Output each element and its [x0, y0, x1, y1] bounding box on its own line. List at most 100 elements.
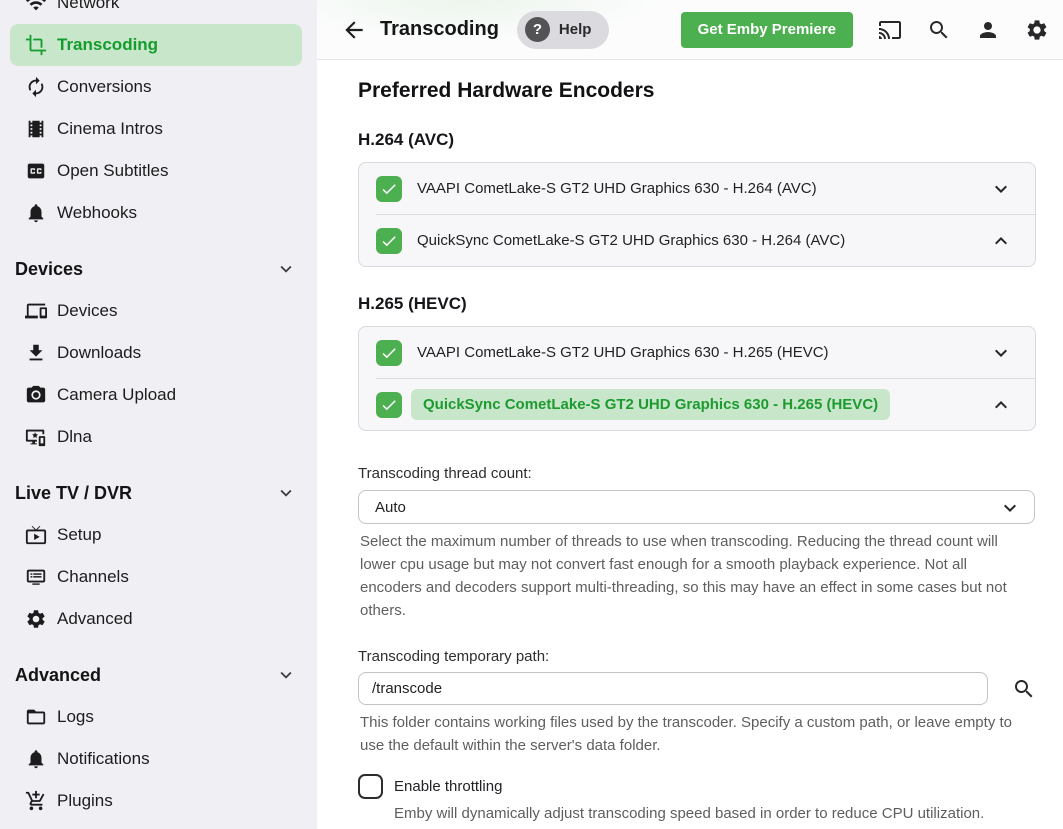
encoder-label-highlighted: QuickSync CometLake-S GT2 UHD Graphics 6… — [411, 389, 890, 420]
sidebar-section-advanced[interactable]: Advanced — [0, 654, 317, 696]
sidebar: Network Transcoding Conversions Cinema I… — [0, 0, 317, 829]
temp-path-input[interactable] — [358, 672, 988, 705]
sidebar-item-network[interactable]: Network — [0, 0, 317, 24]
temp-path-label: Transcoding temporary path: — [358, 648, 1036, 665]
user-icon[interactable] — [976, 18, 1000, 42]
sidebar-item-devices[interactable]: Devices — [0, 290, 317, 332]
encoder-label: QuickSync CometLake-S GT2 UHD Graphics 6… — [417, 232, 845, 249]
thread-count-value: Auto — [375, 499, 406, 516]
encoder-checkbox-checked[interactable] — [376, 392, 402, 418]
chevron-down-icon — [275, 482, 297, 504]
sidebar-item-notifications[interactable]: Notifications — [0, 738, 317, 780]
section-title: Devices — [15, 259, 83, 280]
sidebar-item-label: Setup — [57, 525, 101, 545]
chevron-down-icon — [998, 496, 1022, 520]
thread-count-help: Select the maximum number of threads to … — [360, 530, 1020, 622]
sidebar-item-label: Webhooks — [57, 203, 137, 223]
get-emby-premiere-button[interactable]: Get Emby Premiere — [681, 12, 853, 48]
bell-icon — [24, 747, 48, 771]
devices-icon — [24, 299, 48, 323]
codec-heading-h264: H.264 (AVC) — [358, 130, 1036, 150]
sidebar-item-transcoding[interactable]: Transcoding — [10, 24, 302, 66]
sidebar-item-label: Devices — [57, 301, 117, 321]
shopping-cart-add-icon — [24, 789, 48, 813]
page-title: Transcoding — [380, 18, 499, 41]
sidebar-item-label: Logs — [57, 707, 94, 727]
encoder-list-h264: VAAPI CometLake-S GT2 UHD Graphics 630 -… — [358, 162, 1036, 267]
section-heading: Preferred Hardware Encoders — [358, 79, 1036, 103]
sidebar-item-channels[interactable]: Channels — [0, 556, 317, 598]
chevron-down-icon — [275, 258, 297, 280]
encoder-list-h265: VAAPI CometLake-S GT2 UHD Graphics 630 -… — [358, 326, 1036, 431]
closed-caption-icon — [24, 159, 48, 183]
main-area: Transcoding ? Help Get Emby Premiere Pre… — [317, 0, 1063, 829]
encoder-checkbox-checked[interactable] — [376, 228, 402, 254]
sidebar-item-label: Network — [57, 0, 119, 13]
conversions-icon — [24, 75, 48, 99]
sidebar-item-label: Dlna — [57, 427, 92, 447]
sidebar-section-devices[interactable]: Devices — [0, 248, 317, 290]
encoder-row[interactable]: QuickSync CometLake-S GT2 UHD Graphics 6… — [359, 215, 1035, 266]
chevron-down-icon[interactable] — [989, 177, 1013, 201]
film-icon — [24, 117, 48, 141]
camera-icon — [24, 383, 48, 407]
sidebar-item-logs[interactable]: Logs — [0, 696, 317, 738]
sidebar-section-live-tv-dvr[interactable]: Live TV / DVR — [0, 472, 317, 514]
temp-path-help: This folder contains working files used … — [360, 711, 1020, 757]
bell-icon — [24, 201, 48, 225]
help-button-label: Help — [559, 21, 592, 38]
network-icon — [24, 0, 48, 15]
encoder-checkbox-checked[interactable] — [376, 176, 402, 202]
sidebar-item-camera-upload[interactable]: Camera Upload — [0, 374, 317, 416]
question-mark-icon: ? — [525, 17, 550, 42]
sidebar-item-label: Plugins — [57, 791, 113, 811]
sidebar-item-label: Open Subtitles — [57, 161, 169, 181]
browse-search-icon[interactable] — [1012, 677, 1036, 701]
sidebar-item-webhooks[interactable]: Webhooks — [0, 192, 317, 234]
sidebar-item-label: Advanced — [57, 609, 133, 629]
sidebar-item-open-subtitles[interactable]: Open Subtitles — [0, 150, 317, 192]
gear-icon — [24, 607, 48, 631]
back-button[interactable] — [341, 17, 367, 43]
thread-count-label: Transcoding thread count: — [358, 465, 1036, 482]
transcoding-icon — [24, 33, 48, 57]
enable-throttling-checkbox[interactable] — [358, 774, 383, 799]
sidebar-nav: Network Transcoding Conversions Cinema I… — [0, 0, 317, 829]
sidebar-item-dlna[interactable]: Dlna — [0, 416, 317, 458]
thread-count-select[interactable]: Auto — [358, 490, 1035, 524]
sidebar-item-downloads[interactable]: Downloads — [0, 332, 317, 374]
cast-icon[interactable] — [878, 18, 902, 42]
sidebar-item-label: Camera Upload — [57, 385, 176, 405]
encoder-checkbox-checked[interactable] — [376, 340, 402, 366]
chevron-up-icon[interactable] — [989, 229, 1013, 253]
help-button[interactable]: ? Help — [517, 11, 610, 49]
encoder-row[interactable]: VAAPI CometLake-S GT2 UHD Graphics 630 -… — [359, 163, 1035, 214]
sidebar-item-label: Conversions — [57, 77, 152, 97]
encoder-row[interactable]: VAAPI CometLake-S GT2 UHD Graphics 630 -… — [359, 327, 1035, 378]
chevron-down-icon — [275, 664, 297, 686]
dlna-icon — [24, 425, 48, 449]
sidebar-item-label: Channels — [57, 567, 129, 587]
encoder-label: VAAPI CometLake-S GT2 UHD Graphics 630 -… — [417, 344, 829, 361]
live-tv-icon — [24, 523, 48, 547]
gear-icon[interactable] — [1025, 18, 1049, 42]
settings-content: Preferred Hardware Encoders H.264 (AVC) … — [317, 60, 1063, 829]
codec-heading-h265: H.265 (HEVC) — [358, 294, 1036, 314]
sidebar-item-label: Downloads — [57, 343, 141, 363]
encoder-row[interactable]: QuickSync CometLake-S GT2 UHD Graphics 6… — [359, 379, 1035, 430]
sidebar-item-scheduled-tasks[interactable]: Scheduled Tasks — [0, 822, 317, 829]
chevron-up-icon[interactable] — [989, 393, 1013, 417]
enable-throttling-label: Enable throttling — [394, 778, 502, 795]
sidebar-item-setup[interactable]: Setup — [0, 514, 317, 556]
section-title: Advanced — [15, 665, 101, 686]
sidebar-item-plugins[interactable]: Plugins — [0, 780, 317, 822]
chevron-down-icon[interactable] — [989, 341, 1013, 365]
sidebar-item-label: Cinema Intros — [57, 119, 163, 139]
sidebar-item-livetv-advanced[interactable]: Advanced — [0, 598, 317, 640]
top-bar: Transcoding ? Help Get Emby Premiere — [317, 0, 1063, 60]
sidebar-item-cinema-intros[interactable]: Cinema Intros — [0, 108, 317, 150]
search-icon[interactable] — [927, 18, 951, 42]
sidebar-item-conversions[interactable]: Conversions — [0, 66, 317, 108]
folder-icon — [24, 705, 48, 729]
enable-throttling-help: Emby will dynamically adjust transcoding… — [394, 802, 1036, 825]
